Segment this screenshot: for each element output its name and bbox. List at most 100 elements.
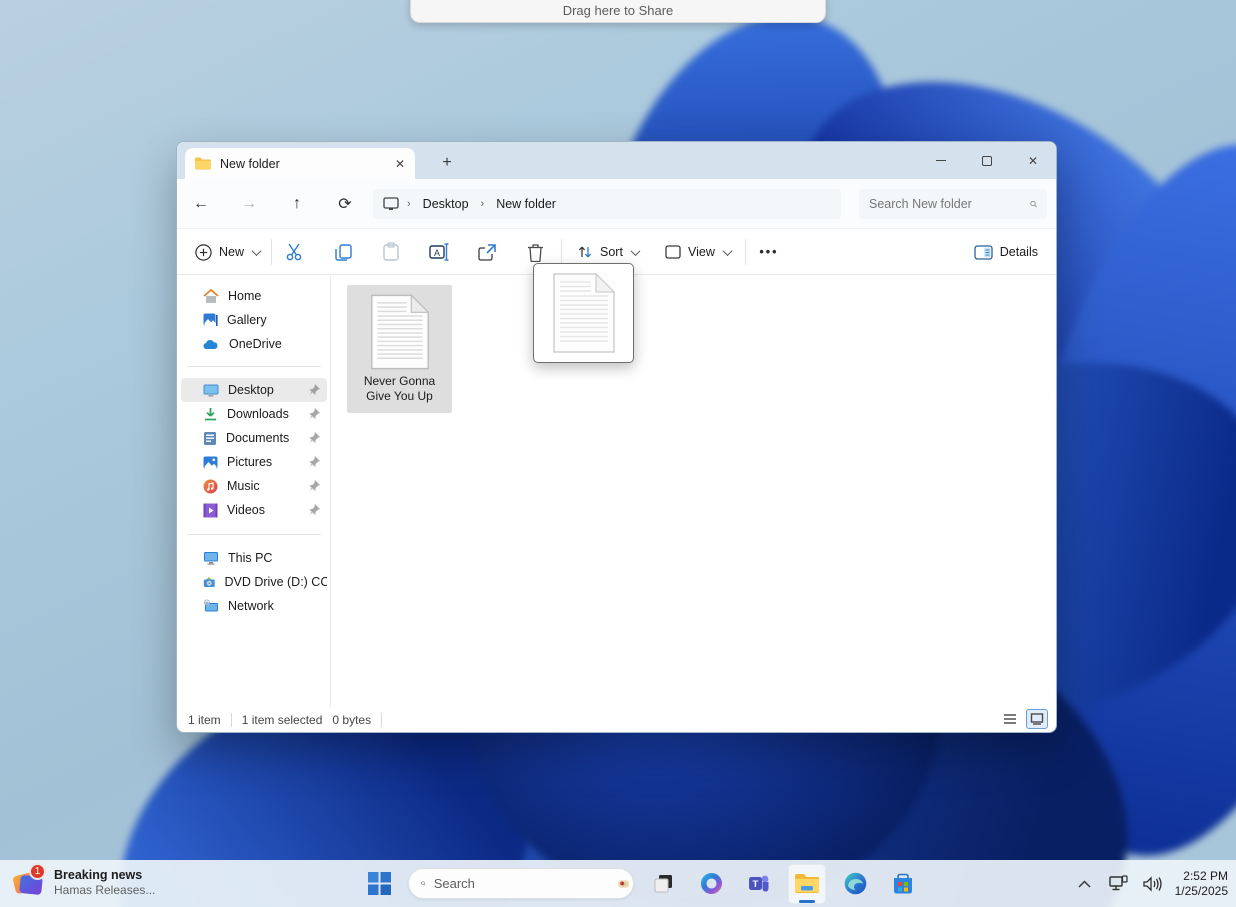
edge-icon (844, 872, 866, 895)
rename-button[interactable]: A (423, 237, 455, 267)
copilot-button[interactable] (692, 864, 730, 904)
forward-button[interactable]: → (235, 190, 263, 218)
breadcrumb-desktop[interactable]: Desktop (419, 195, 473, 213)
windows-logo-icon (367, 872, 391, 895)
text-document-icon (370, 294, 430, 370)
speaker-icon (1143, 875, 1162, 892)
videos-icon (203, 503, 218, 517)
taskbar-search-box[interactable] (408, 868, 634, 899)
network-icon (204, 599, 218, 612)
item-count: 1 item (188, 712, 221, 727)
minimize-button[interactable] (918, 142, 964, 179)
sidebar-item-pictures[interactable]: Pictures (181, 450, 327, 474)
downloads-icon (205, 407, 216, 420)
file-list-pane[interactable]: Never Gonna Give You Up (331, 276, 1056, 707)
maximize-button[interactable] (964, 142, 1010, 179)
view-icon (665, 245, 681, 259)
explorer-search-box[interactable] (859, 189, 1047, 219)
sidebar-item-documents[interactable]: Documents (181, 426, 327, 450)
microsoft-store-button[interactable] (884, 864, 922, 904)
sidebar-item-gallery[interactable]: Gallery (181, 308, 327, 332)
home-icon (203, 288, 219, 303)
drag-ghost-preview (533, 263, 634, 363)
copy-button[interactable] (327, 237, 359, 267)
details-pane-icon (974, 244, 993, 260)
start-button[interactable] (360, 864, 398, 904)
sidebar-item-videos[interactable]: Videos (181, 498, 327, 522)
teams-icon: T (749, 875, 769, 891)
file-explorer-button[interactable] (788, 863, 826, 904)
new-tab-button[interactable]: + (435, 151, 459, 175)
chevron-down-icon (630, 245, 641, 256)
cut-button[interactable] (279, 237, 311, 267)
explorer-search-input[interactable] (869, 197, 1030, 211)
more-options-button[interactable]: ••• (753, 237, 785, 267)
widgets-button[interactable]: 1 Breaking news Hamas Releases... (12, 863, 155, 898)
music-icon (203, 479, 218, 493)
explorer-tab[interactable]: New folder ✕ (185, 148, 415, 179)
tab-close-icon[interactable]: ✕ (395, 157, 405, 171)
view-button[interactable]: View (657, 237, 739, 267)
taskbar-search-input[interactable] (433, 876, 610, 891)
sidebar-item-network[interactable]: Network (181, 594, 327, 618)
paste-button[interactable] (375, 237, 407, 267)
widget-headline: Breaking news (54, 867, 143, 882)
ethernet-network-icon (1109, 875, 1128, 891)
teams-button[interactable]: T (740, 864, 778, 904)
share-icon (478, 243, 496, 261)
details-label: Details (999, 245, 1038, 259)
text-document-icon (552, 272, 615, 353)
sidebar-item-home[interactable]: Home (181, 284, 327, 308)
back-button[interactable]: ← (187, 190, 215, 218)
pin-icon (309, 384, 320, 395)
up-button[interactable]: ↑ (283, 190, 311, 218)
titlebar[interactable]: New folder ✕ + ✕ (177, 142, 1056, 179)
chevron-up-icon (1078, 879, 1091, 888)
task-view-icon (654, 875, 672, 893)
sidebar-item-dvd-drive[interactable]: DVD Drive (D:) CCCC (181, 570, 327, 594)
sidebar-item-music[interactable]: Music (181, 474, 327, 498)
refresh-button[interactable]: ⟳ (331, 190, 359, 218)
task-view-button[interactable] (644, 864, 682, 904)
clock[interactable]: 2:52 PM 1/25/2025 (1175, 869, 1228, 899)
edge-button[interactable] (836, 864, 874, 904)
sidebar-divider (187, 534, 321, 535)
notification-badge: 1 (29, 863, 46, 880)
network-tray-button[interactable] (1107, 870, 1131, 898)
drag-to-share-label: Drag here to Share (562, 3, 674, 18)
close-button[interactable]: ✕ (1010, 142, 1056, 179)
status-divider (381, 712, 383, 727)
this-pc-icon (204, 552, 218, 565)
drag-to-share-dropzone[interactable]: Drag here to Share (410, 0, 826, 23)
breadcrumb-current[interactable]: New folder (492, 195, 560, 213)
pictures-icon (203, 456, 218, 468)
folder-icon (195, 157, 211, 170)
file-item-selected[interactable]: Never Gonna Give You Up (347, 285, 452, 413)
view-label: View (688, 245, 715, 259)
minimize-icon (936, 160, 946, 161)
share-button[interactable] (471, 237, 503, 267)
show-hidden-icons-button[interactable] (1073, 870, 1097, 898)
ellipsis-icon: ••• (759, 245, 779, 259)
active-app-indicator (799, 899, 815, 903)
maximize-icon (982, 155, 992, 166)
volume-tray-button[interactable] (1141, 870, 1165, 898)
sidebar-item-desktop[interactable]: Desktop (181, 378, 327, 402)
toolbar-divider (561, 239, 562, 265)
rename-icon: A (428, 243, 448, 261)
widgets-icon: 1 (12, 863, 46, 898)
details-button[interactable]: Details (966, 237, 1046, 267)
new-button[interactable]: New (187, 237, 268, 267)
tray-date: 1/25/2025 (1174, 883, 1228, 898)
sidebar-item-onedrive[interactable]: OneDrive (181, 332, 327, 356)
sidebar-item-this-pc[interactable]: This PC (181, 546, 327, 570)
icons-view-toggle[interactable] (1026, 709, 1048, 729)
copilot-icon (700, 873, 722, 894)
address-bar[interactable]: › Desktop › New folder (373, 189, 841, 219)
dvd-drive-icon (203, 577, 215, 587)
chevron-down-icon (251, 245, 262, 256)
search-icon (1030, 200, 1037, 208)
sidebar-item-downloads[interactable]: Downloads (181, 402, 327, 426)
details-view-toggle[interactable] (999, 709, 1021, 729)
copy-icon (334, 243, 352, 261)
